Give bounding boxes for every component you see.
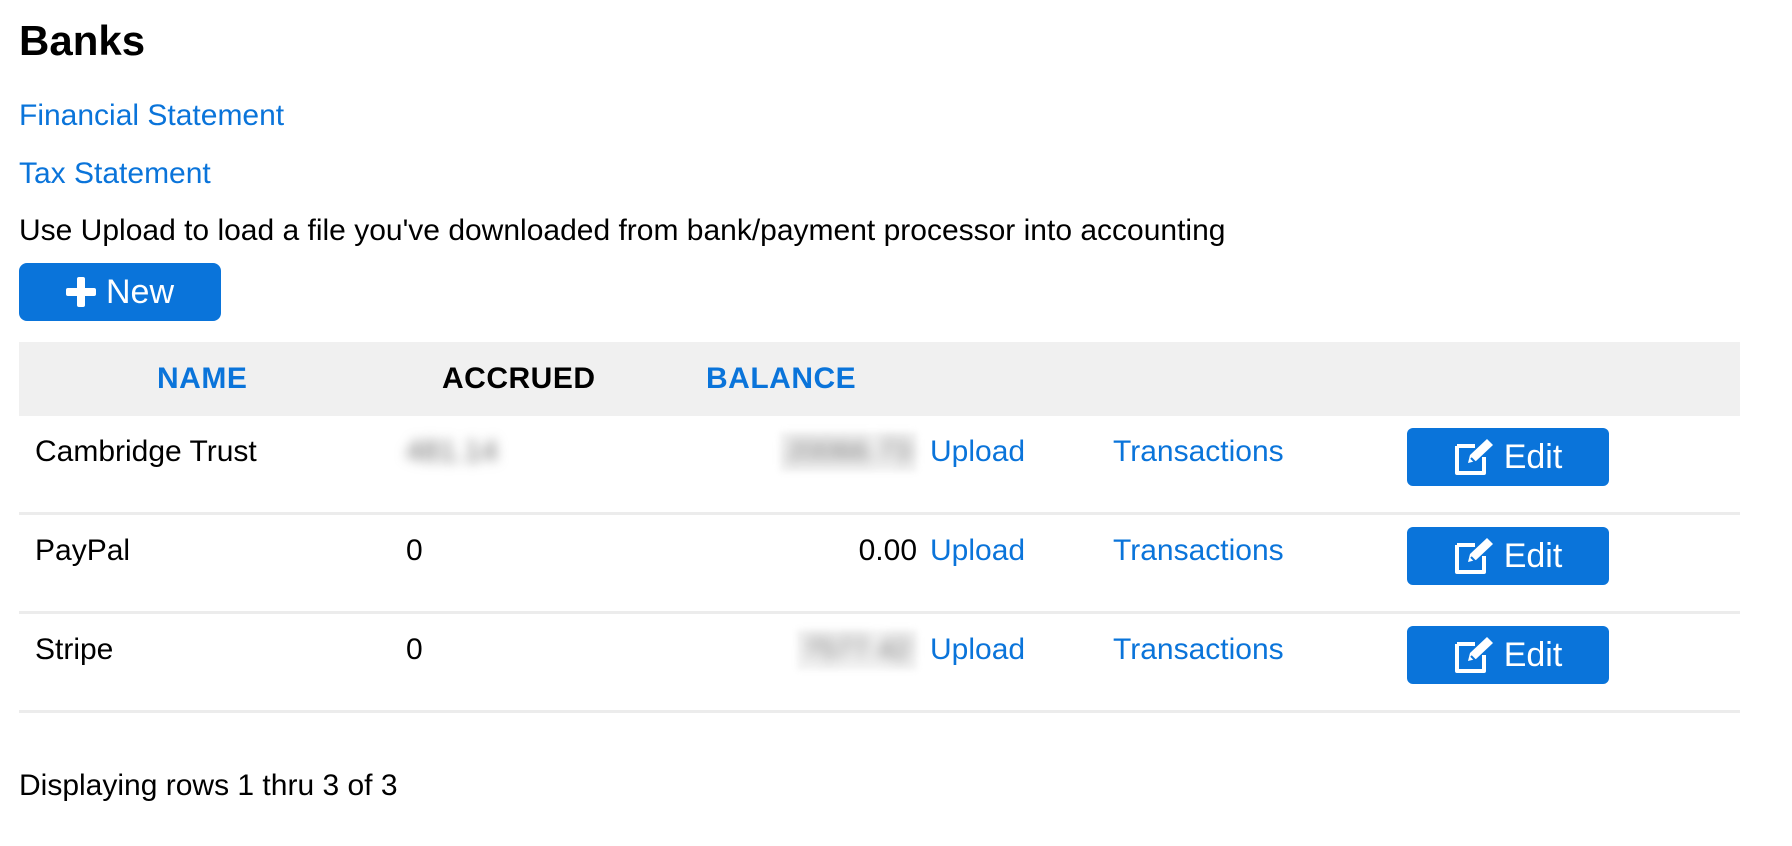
redacted-accrued-value: 481.14 [406, 435, 498, 468]
new-button[interactable]: New [19, 263, 221, 321]
column-header-balance[interactable]: BALANCE [706, 342, 856, 416]
upload-link[interactable]: Upload [930, 614, 1025, 710]
balance-value: 7577.42 [639, 614, 917, 710]
upload-help-text: Use Upload to load a file you've downloa… [19, 214, 1226, 247]
pagination-summary: Displaying rows 1 thru 3 of 3 [19, 769, 398, 802]
edit-button[interactable]: Edit [1407, 626, 1609, 684]
accrued-value: 0 [406, 633, 423, 666]
table-row: Cambridge Trust 481.14 20066.73 Upload T… [19, 416, 1740, 515]
table-row: Stripe 0 7577.42 Upload Transactions Edi… [19, 614, 1740, 713]
accrued-value: 0 [406, 534, 423, 567]
column-header-name[interactable]: NAME [157, 342, 247, 416]
bank-name: PayPal [35, 534, 131, 567]
upload-link[interactable]: Upload [930, 416, 1025, 512]
edit-button-label: Edit [1503, 536, 1563, 575]
page-title: Banks [19, 17, 146, 64]
table-header: NAME ACCRUED BALANCE [19, 342, 1740, 416]
bank-name: Stripe [35, 633, 114, 666]
edit-icon [1454, 637, 1493, 673]
balance-value: 20066.73 [639, 416, 917, 512]
transactions-link[interactable]: Transactions [1113, 614, 1284, 710]
redacted-balance-text: 7577.42 [802, 633, 911, 666]
transactions-link[interactable]: Transactions [1113, 515, 1284, 611]
financial-statement-link[interactable]: Financial Statement [19, 101, 284, 131]
edit-icon [1454, 538, 1493, 574]
edit-button-label: Edit [1503, 635, 1563, 674]
upload-link[interactable]: Upload [930, 515, 1025, 611]
balance-value: 0.00 [858, 534, 917, 567]
redacted-balance-value: 20066.73 [779, 432, 917, 472]
new-button-label: New [105, 272, 175, 311]
redacted-balance-text: 20066.73 [785, 435, 911, 468]
transactions-link[interactable]: Transactions [1113, 416, 1284, 512]
tax-statement-link[interactable]: Tax Statement [19, 159, 211, 189]
edit-button[interactable]: Edit [1407, 428, 1609, 486]
plus-icon [65, 277, 96, 307]
banks-page: Banks Financial Statement Tax Statement … [0, 0, 1792, 846]
accrued-value: 481.14 [406, 416, 498, 512]
redacted-balance-value: 7577.42 [796, 630, 917, 670]
table-row: PayPal 0 0.00 Upload Transactions Edit [19, 515, 1740, 614]
bank-name: Cambridge Trust [35, 435, 257, 468]
banks-table: NAME ACCRUED BALANCE Cambridge Trust 481… [19, 342, 1740, 713]
column-header-accrued: ACCRUED [442, 362, 596, 395]
edit-button-label: Edit [1503, 437, 1563, 476]
edit-button[interactable]: Edit [1407, 527, 1609, 585]
edit-icon [1454, 439, 1493, 475]
